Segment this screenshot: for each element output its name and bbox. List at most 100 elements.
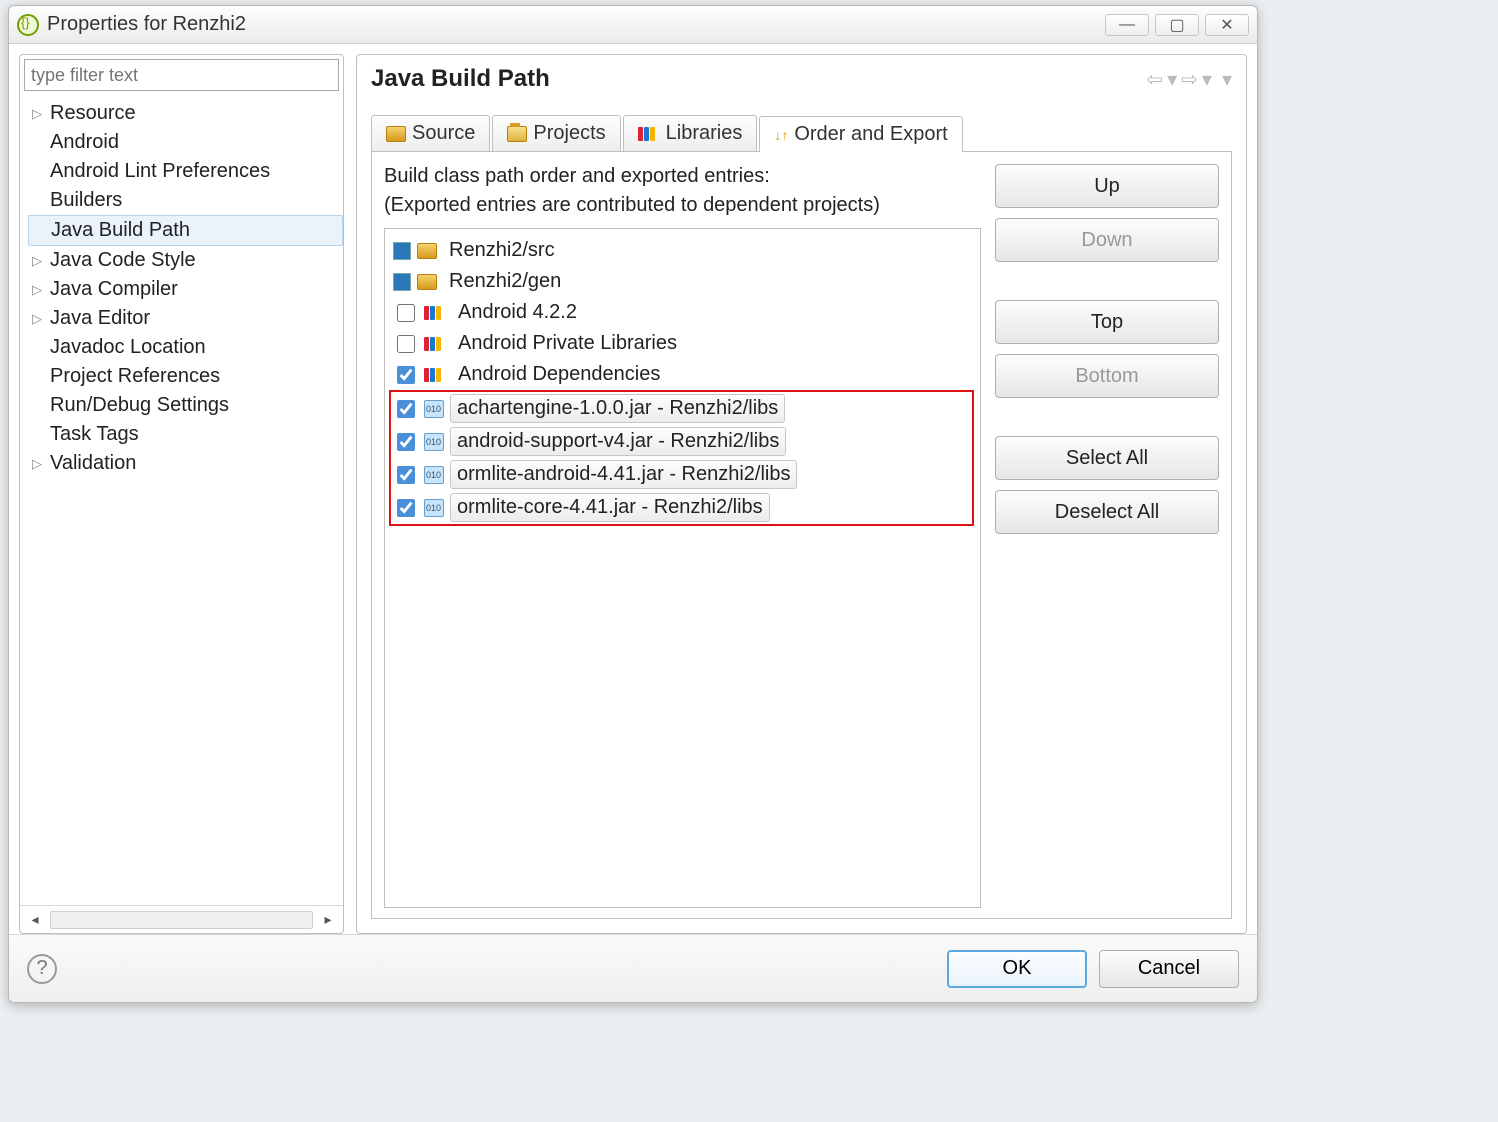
entry-checkbox[interactable] [397, 499, 415, 517]
tree-item-label: Android [50, 131, 119, 153]
jar-icon [424, 400, 444, 418]
tree-item-javadoc-location[interactable]: Javadoc Location [28, 333, 343, 362]
entry-label: Renzhi2/src [443, 237, 561, 264]
tree-item-java-build-path[interactable]: Java Build Path [28, 215, 343, 246]
classpath-entry[interactable]: Renzhi2/src [391, 235, 974, 266]
books-icon [638, 127, 660, 141]
folder-open-icon [507, 126, 527, 142]
tree-item-java-editor[interactable]: ▷Java Editor [28, 304, 343, 333]
classpath-entry[interactable]: Renzhi2/gen [391, 266, 974, 297]
horizontal-scrollbar[interactable]: ◂ ▸ [20, 905, 343, 933]
checkbox-filled-icon[interactable] [393, 273, 411, 291]
tree-item-label: Project References [50, 365, 220, 387]
nav-forward-icon[interactable]: ⇨ [1181, 67, 1198, 92]
close-button[interactable]: ✕ [1205, 14, 1249, 36]
folder-icon [386, 126, 406, 142]
entry-label: Android 4.2.2 [452, 299, 583, 326]
tree-item-task-tags[interactable]: Task Tags [28, 420, 343, 449]
tree-item-project-references[interactable]: Project References [28, 362, 343, 391]
up-button[interactable]: Up [995, 164, 1219, 208]
checkbox-filled-icon[interactable] [393, 242, 411, 260]
classpath-entry[interactable]: ormlite-core-4.41.jar - Renzhi2/libs [391, 491, 972, 524]
folder-icon [417, 243, 437, 259]
expand-icon[interactable]: ▷ [32, 253, 50, 269]
folder-icon [417, 274, 437, 290]
tree-item-validation[interactable]: ▷Validation [28, 449, 343, 478]
cancel-button[interactable]: Cancel [1099, 950, 1239, 988]
deselect-all-button[interactable]: Deselect All [995, 490, 1219, 534]
classpath-entry[interactable]: Android Dependencies [391, 359, 974, 390]
tree-item-java-code-style[interactable]: ▷Java Code Style [28, 246, 343, 275]
order-export-icon [774, 123, 788, 146]
entry-checkbox[interactable] [397, 366, 415, 384]
scroll-track[interactable] [50, 911, 313, 929]
nav-forward-menu-icon[interactable]: ▾ [1202, 67, 1212, 92]
entry-checkbox[interactable] [397, 433, 415, 451]
expand-icon[interactable]: ▷ [32, 282, 50, 298]
tree-item-label: Task Tags [50, 423, 139, 445]
nav-history: ⇦ ▾ ⇨ ▾ ▾ [1146, 67, 1232, 92]
tree-item-builders[interactable]: Builders [28, 186, 343, 215]
tab-libraries[interactable]: Libraries [623, 115, 758, 151]
expand-icon[interactable]: ▷ [32, 106, 50, 122]
tabs-row: Source Projects Libraries Order and Export [357, 97, 1246, 151]
order-export-panel: Build class path order and exported entr… [371, 151, 1232, 919]
tab-projects[interactable]: Projects [492, 115, 620, 151]
classpath-entry[interactable]: Android Private Libraries [391, 328, 974, 359]
tab-label: Order and Export [794, 123, 947, 146]
panel-description: Build class path order and exported entr… [384, 162, 981, 220]
nav-menu-icon[interactable]: ▾ [1222, 67, 1232, 92]
titlebar[interactable]: Properties for Renzhi2 — ▢ ✕ [9, 6, 1257, 44]
tab-label: Projects [533, 122, 605, 145]
entry-label: Renzhi2/gen [443, 268, 567, 295]
properties-dialog: Properties for Renzhi2 — ▢ ✕ ▷ResourceAn… [8, 5, 1258, 1003]
tab-label: Source [412, 122, 475, 145]
tree-item-label: Run/Debug Settings [50, 394, 229, 416]
books-icon [424, 337, 446, 351]
tab-label: Libraries [666, 122, 743, 145]
filter-input[interactable] [24, 59, 339, 91]
tree-item-label: Javadoc Location [50, 336, 206, 358]
classpath-entry[interactable]: achartengine-1.0.0.jar - Renzhi2/libs [391, 392, 972, 425]
page-title: Java Build Path [371, 65, 550, 93]
tab-source[interactable]: Source [371, 115, 490, 151]
tree-item-label: Resource [50, 102, 136, 124]
tree-item-label: Android Lint Preferences [50, 160, 270, 182]
classpath-entry[interactable]: android-support-v4.jar - Renzhi2/libs [391, 425, 972, 458]
classpath-entry[interactable]: Android 4.2.2 [391, 297, 974, 328]
entry-checkbox[interactable] [397, 466, 415, 484]
left-panel: ▷ResourceAndroidAndroid Lint Preferences… [19, 54, 344, 934]
expand-icon[interactable]: ▷ [32, 311, 50, 327]
scroll-left-button[interactable]: ◂ [26, 911, 44, 928]
ok-button[interactable]: OK [947, 950, 1087, 988]
top-button[interactable]: Top [995, 300, 1219, 344]
tree-item-resource[interactable]: ▷Resource [28, 99, 343, 128]
entry-checkbox[interactable] [397, 304, 415, 322]
minimize-button[interactable]: — [1105, 14, 1149, 36]
bottom-button[interactable]: Bottom [995, 354, 1219, 398]
down-button[interactable]: Down [995, 218, 1219, 262]
maximize-button[interactable]: ▢ [1155, 14, 1199, 36]
tree-item-label: Java Build Path [51, 219, 190, 241]
classpath-list[interactable]: Renzhi2/srcRenzhi2/genAndroid 4.2.2Andro… [384, 228, 981, 908]
entry-checkbox[interactable] [397, 400, 415, 418]
entry-label: android-support-v4.jar - Renzhi2/libs [450, 427, 786, 456]
tree-item-java-compiler[interactable]: ▷Java Compiler [28, 275, 343, 304]
expand-icon[interactable]: ▷ [32, 456, 50, 472]
entry-checkbox[interactable] [397, 335, 415, 353]
select-all-button[interactable]: Select All [995, 436, 1219, 480]
tree-item-android-lint-preferences[interactable]: Android Lint Preferences [28, 157, 343, 186]
scroll-right-button[interactable]: ▸ [319, 911, 337, 928]
nav-back-icon[interactable]: ⇦ [1146, 67, 1163, 92]
highlighted-entries: achartengine-1.0.0.jar - Renzhi2/libs and… [389, 390, 974, 526]
tree-item-run-debug-settings[interactable]: Run/Debug Settings [28, 391, 343, 420]
entry-label: achartengine-1.0.0.jar - Renzhi2/libs [450, 394, 785, 423]
classpath-entry[interactable]: ormlite-android-4.41.jar - Renzhi2/libs [391, 458, 972, 491]
tree-item-android[interactable]: Android [28, 128, 343, 157]
right-panel: Java Build Path ⇦ ▾ ⇨ ▾ ▾ Source Projects… [356, 54, 1247, 934]
nav-back-menu-icon[interactable]: ▾ [1167, 67, 1177, 92]
books-icon [424, 368, 446, 382]
category-tree[interactable]: ▷ResourceAndroidAndroid Lint Preferences… [20, 95, 343, 905]
help-button[interactable]: ? [27, 954, 57, 984]
tab-order-and-export[interactable]: Order and Export [759, 116, 962, 152]
